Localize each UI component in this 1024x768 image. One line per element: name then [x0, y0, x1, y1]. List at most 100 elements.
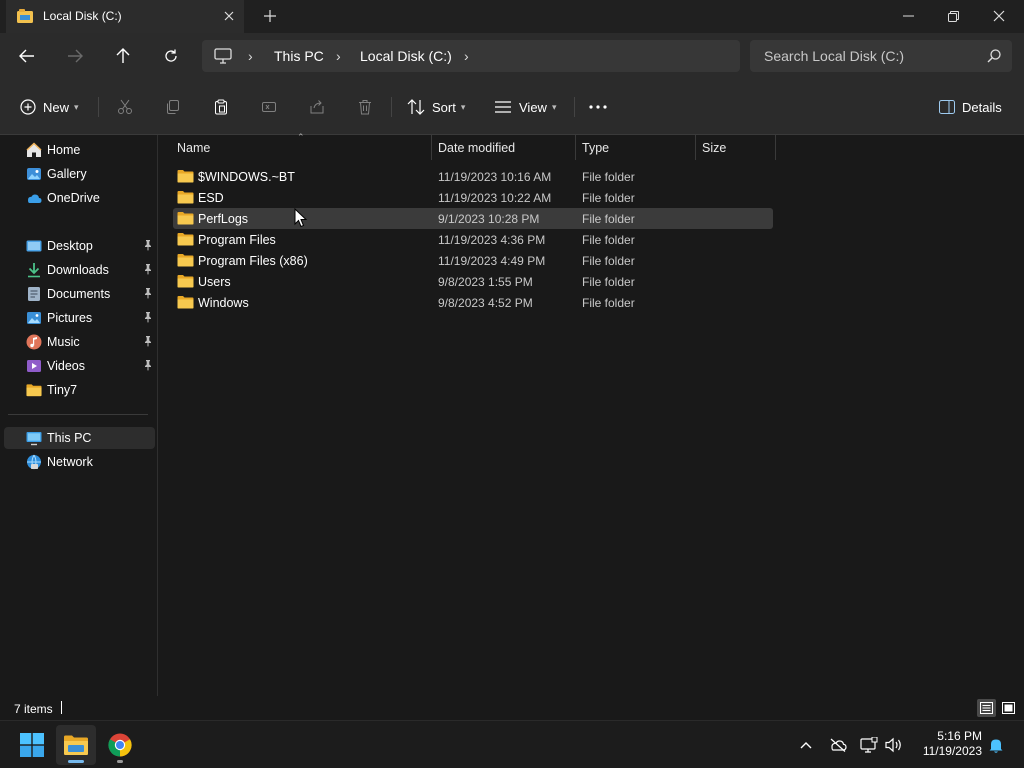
details-view-button[interactable]	[977, 699, 996, 717]
documents-icon	[28, 287, 40, 301]
pin-icon[interactable]	[142, 287, 154, 299]
file-row[interactable]: ESD 11/19/2023 10:22 AM File folder	[173, 187, 773, 208]
file-row[interactable]: PerfLogs 9/1/2023 10:28 PM File folder	[173, 208, 773, 229]
file-row[interactable]: Program Files 11/19/2023 4:36 PM File fo…	[173, 229, 773, 250]
cut-button[interactable]	[117, 96, 133, 118]
file-row[interactable]: Users 9/8/2023 1:55 PM File folder	[173, 271, 773, 292]
column-header-size[interactable]: Size	[702, 141, 726, 155]
breadcrumb-this-pc[interactable]: This PC	[274, 48, 324, 64]
nav-item-onedrive[interactable]: OneDrive	[4, 187, 155, 209]
column-header-name[interactable]: Name	[177, 141, 210, 155]
restore-button[interactable]	[941, 5, 965, 27]
rename-button[interactable]	[261, 96, 277, 118]
see-more-button[interactable]	[589, 96, 607, 118]
chevron-down-icon: ▾	[551, 101, 557, 112]
chrome-icon	[108, 733, 132, 757]
clock[interactable]: 5:16 PM 11/19/2023	[912, 729, 982, 759]
forward-button[interactable]	[64, 45, 86, 67]
nav-item-videos[interactable]: Videos	[4, 355, 155, 377]
view-label: View	[519, 99, 547, 115]
breadcrumb-local-disk[interactable]: Local Disk (C:)	[360, 48, 452, 64]
refresh-button[interactable]	[160, 45, 182, 67]
plus-circle-icon	[20, 99, 36, 115]
chevron-right-icon[interactable]: ›	[336, 48, 341, 64]
music-icon	[26, 334, 42, 350]
refresh-icon	[165, 49, 177, 62]
speaker-icon	[885, 737, 901, 753]
nav-item-documents[interactable]: Documents	[4, 283, 155, 305]
this-pc-icon	[214, 48, 232, 64]
taskbar-file-explorer[interactable]	[56, 725, 96, 765]
file-row[interactable]: Windows 9/8/2023 4:52 PM File folder	[173, 292, 773, 313]
pin-icon[interactable]	[142, 263, 154, 275]
onedrive-tray-button[interactable]	[828, 735, 848, 755]
file-name: Program Files	[198, 233, 276, 247]
file-date: 9/8/2023 1:55 PM	[438, 275, 533, 289]
network-tray-button[interactable]	[859, 735, 879, 755]
back-button[interactable]	[16, 45, 38, 67]
new-button[interactable]: New ▾	[20, 96, 79, 118]
show-hidden-icons-button[interactable]	[796, 735, 816, 755]
chevron-right-icon[interactable]: ›	[248, 48, 253, 64]
copy-button[interactable]	[165, 96, 181, 118]
nav-item-gallery[interactable]: Gallery	[4, 163, 155, 185]
file-row[interactable]: Program Files (x86) 11/19/2023 4:49 PM F…	[173, 250, 773, 271]
windows-logo-icon	[20, 733, 44, 757]
pin-icon[interactable]	[142, 335, 154, 347]
up-button[interactable]	[112, 45, 134, 67]
nav-item-tiny7[interactable]: Tiny7	[4, 379, 155, 401]
nav-item-downloads[interactable]: Downloads	[4, 259, 155, 281]
clipboard-icon	[215, 99, 227, 115]
folder-icon	[177, 295, 194, 309]
nav-item-this-pc[interactable]: This PC	[4, 427, 155, 449]
text-caret	[61, 701, 62, 714]
column-header-type[interactable]: Type	[582, 141, 609, 155]
nav-label: This PC	[47, 431, 92, 445]
mouse-cursor-icon	[294, 208, 308, 228]
column-divider[interactable]	[431, 135, 432, 160]
paste-button[interactable]	[213, 96, 229, 118]
file-type: File folder	[582, 170, 635, 184]
file-date: 9/8/2023 4:52 PM	[438, 296, 533, 310]
column-divider[interactable]	[775, 135, 776, 160]
nav-label: Videos	[47, 359, 85, 373]
start-button[interactable]	[12, 725, 52, 765]
column-divider[interactable]	[695, 135, 696, 160]
folder-icon	[177, 211, 194, 225]
view-button[interactable]: View ▾	[494, 96, 556, 118]
chevron-right-icon[interactable]: ›	[464, 48, 469, 64]
large-icons-view-button[interactable]	[999, 699, 1018, 717]
details-pane-button[interactable]: Details	[939, 96, 1002, 118]
address-bar[interactable]: › This PC › Local Disk (C:) ›	[202, 40, 740, 72]
this-pc-icon	[26, 432, 42, 446]
search-icon	[987, 49, 1001, 63]
videos-icon	[27, 360, 41, 372]
sort-button[interactable]: Sort ▾	[407, 96, 465, 118]
pin-icon[interactable]	[142, 359, 154, 371]
column-header-row: ⌃ Name Date modified Type Size	[159, 132, 1024, 160]
nav-item-music[interactable]: Music	[4, 331, 155, 353]
search-input[interactable]: Search Local Disk (C:)	[750, 40, 1012, 72]
pin-icon[interactable]	[142, 239, 154, 251]
notifications-button[interactable]	[986, 735, 1006, 755]
share-button[interactable]	[309, 96, 325, 118]
nav-item-desktop[interactable]: Desktop	[4, 235, 155, 257]
new-tab-button[interactable]	[260, 6, 280, 26]
chevron-down-icon: ▾	[460, 101, 466, 112]
close-window-button[interactable]	[987, 5, 1011, 27]
tab-local-disk[interactable]: Local Disk (C:)	[6, 0, 244, 33]
taskbar-chrome[interactable]	[100, 725, 140, 765]
nav-item-pictures[interactable]: Pictures	[4, 307, 155, 329]
minimize-button[interactable]	[896, 5, 920, 27]
close-tab-icon[interactable]	[220, 7, 238, 25]
sort-icon	[407, 99, 425, 115]
bell-icon	[989, 739, 1003, 753]
nav-item-home[interactable]: Home	[4, 139, 155, 161]
nav-item-network[interactable]: Network	[4, 451, 155, 473]
volume-tray-button[interactable]	[884, 735, 904, 755]
delete-button[interactable]	[357, 96, 373, 118]
pin-icon[interactable]	[142, 311, 154, 323]
file-row[interactable]: $WINDOWS.~BT 11/19/2023 10:16 AM File fo…	[173, 166, 773, 187]
column-divider[interactable]	[575, 135, 576, 160]
column-header-date[interactable]: Date modified	[438, 141, 515, 155]
